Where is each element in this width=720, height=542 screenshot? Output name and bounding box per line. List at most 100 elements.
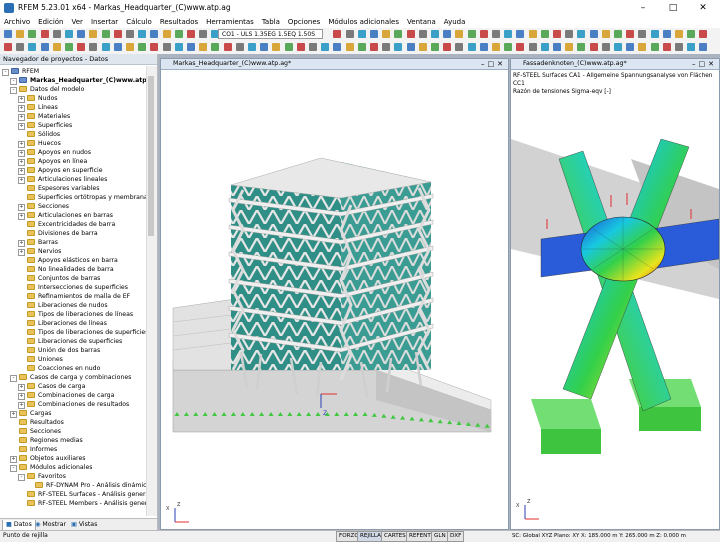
toolbar-button-icon[interactable] [455, 43, 464, 51]
expander-icon[interactable]: + [18, 402, 25, 409]
toolbar-button-icon[interactable] [4, 30, 12, 38]
maximize-icon[interactable]: □ [658, 0, 688, 16]
toolbar-button-icon[interactable] [406, 43, 415, 51]
menu-edicion[interactable]: Edición [34, 16, 67, 26]
toolbar-button-icon[interactable] [565, 43, 574, 51]
toolbar-button-icon[interactable] [516, 30, 525, 38]
toolbar-button-icon[interactable] [479, 43, 488, 51]
expander-icon[interactable]: + [10, 411, 17, 418]
toolbar-button-icon[interactable] [431, 43, 439, 51]
expander-icon[interactable]: - [18, 474, 25, 481]
expander-icon[interactable]: + [18, 249, 25, 256]
toolbar-button-icon[interactable] [626, 43, 635, 51]
toolbar-button-icon[interactable] [553, 43, 561, 51]
toolbar-button-icon[interactable] [333, 30, 342, 38]
toolbar-button-icon[interactable] [418, 43, 427, 51]
toolbar-button-icon[interactable] [235, 43, 244, 51]
expander-icon[interactable]: - [10, 87, 17, 94]
toolbar-button-icon[interactable] [16, 43, 25, 51]
tab-vistas[interactable]: ▣ Vistas [68, 520, 100, 530]
toolbar-button-icon[interactable] [492, 43, 500, 51]
menu-herramientas[interactable]: Herramientas [202, 16, 258, 26]
toolbar-button-icon[interactable] [4, 43, 12, 51]
toolbar-button-icon[interactable] [540, 43, 549, 51]
toolbar-button-icon[interactable] [638, 43, 647, 51]
menu-resultados[interactable]: Resultados [156, 16, 202, 26]
expander-icon[interactable]: - [10, 375, 17, 382]
expander-icon[interactable]: + [18, 213, 25, 220]
toolbar-button-icon[interactable] [687, 43, 696, 51]
toolbar-button-icon[interactable] [626, 30, 635, 38]
navigator-scroll-thumb[interactable] [148, 76, 154, 236]
model-view-window-buttons[interactable]: –□✕ [481, 60, 506, 68]
toolbar-button-icon[interactable] [113, 43, 122, 51]
toolbar-button-icon[interactable] [113, 30, 122, 38]
toolbar-button-icon[interactable] [28, 30, 37, 38]
toolbar-button-icon[interactable] [357, 30, 366, 38]
expander-icon[interactable]: + [18, 240, 25, 247]
expander-icon[interactable]: + [18, 384, 25, 391]
toolbar-button-icon[interactable] [321, 43, 330, 51]
toolbar-button-icon[interactable] [138, 30, 147, 38]
menu-ayuda[interactable]: Ayuda [440, 16, 470, 26]
toolbar-button-icon[interactable] [382, 43, 391, 51]
toolbar-button-icon[interactable] [455, 30, 464, 38]
status-dxf-button[interactable]: DXF [447, 531, 465, 542]
toolbar-button-icon[interactable] [52, 43, 61, 51]
toolbar-button-icon[interactable] [101, 30, 110, 38]
node-stress-view[interactable]: X Z [511, 99, 719, 527]
toolbar-button-icon[interactable] [174, 43, 183, 51]
expander-icon[interactable]: + [18, 393, 25, 400]
expander-icon[interactable]: + [18, 123, 25, 130]
expander-icon[interactable]: + [10, 456, 17, 463]
expander-icon[interactable]: - [10, 465, 17, 472]
detail-view-window[interactable]: Fassadenknoten_(C)www.atp.ag* –□✕ RF-STE… [510, 58, 720, 530]
toolbar-button-icon[interactable] [638, 30, 647, 38]
toolbar-button-icon[interactable] [467, 43, 476, 51]
toolbar-button-icon[interactable] [565, 30, 574, 38]
model-view-window[interactable]: Markas_Headquarter_(C)www.atp.ag* –□✕ Z … [160, 58, 509, 530]
menu-ventana[interactable]: Ventana [403, 16, 440, 26]
toolbar-button-icon[interactable] [540, 30, 549, 38]
toolbar-button-icon[interactable] [284, 43, 293, 51]
toolbar-button-icon[interactable] [77, 30, 86, 38]
toolbar-button-icon[interactable] [614, 43, 622, 51]
toolbar-button-icon[interactable] [77, 43, 86, 51]
toolbar-button-icon[interactable] [187, 30, 195, 38]
toolbar-button-icon[interactable] [248, 43, 256, 51]
toolbar-button-icon[interactable] [553, 30, 561, 38]
status-gln-button[interactable]: GLN [431, 531, 449, 542]
toolbar-button-icon[interactable] [504, 30, 513, 38]
toolbar-button-icon[interactable] [370, 30, 378, 38]
toolbar-button-icon[interactable] [467, 30, 476, 38]
toolbar-button-icon[interactable] [492, 30, 500, 38]
toolbar-button-icon[interactable] [614, 30, 622, 38]
toolbar-button-icon[interactable] [589, 30, 598, 38]
building-3d-view[interactable]: Z X Z [161, 70, 508, 528]
menu-archivo[interactable]: Archivo [0, 16, 34, 26]
toolbar-button-icon[interactable] [272, 43, 281, 51]
toolbar-button-icon[interactable] [662, 30, 671, 38]
toolbar-button-icon[interactable] [89, 43, 98, 51]
toolbar-button-icon[interactable] [150, 43, 159, 51]
expander-icon[interactable]: + [18, 204, 25, 211]
toolbar-button-icon[interactable] [199, 30, 208, 38]
toolbar-button-icon[interactable] [431, 30, 439, 38]
expander-icon[interactable]: - [10, 78, 17, 85]
toolbar-button-icon[interactable] [528, 30, 537, 38]
expander-icon[interactable]: + [18, 159, 25, 166]
toolbar-button-icon[interactable] [40, 43, 49, 51]
toolbar-button-icon[interactable] [89, 30, 98, 38]
toolbar-button-icon[interactable] [28, 43, 37, 51]
toolbar-button-icon[interactable] [52, 30, 61, 38]
toolbar-button-icon[interactable] [162, 30, 171, 38]
toolbar-button-icon[interactable] [443, 30, 452, 38]
toolbar-button-icon[interactable] [577, 43, 586, 51]
toolbar-button-icon[interactable] [333, 43, 342, 51]
toolbar-button-icon[interactable] [418, 30, 427, 38]
detail-view-titlebar[interactable]: Fassadenknoten_(C)www.atp.ag* [511, 59, 719, 70]
toolbar-button-icon[interactable] [650, 30, 659, 38]
status-rejilla-button[interactable]: REJILLA [357, 531, 384, 542]
toolbar-button-icon[interactable] [309, 43, 317, 51]
toolbar-button-icon[interactable] [187, 43, 195, 51]
